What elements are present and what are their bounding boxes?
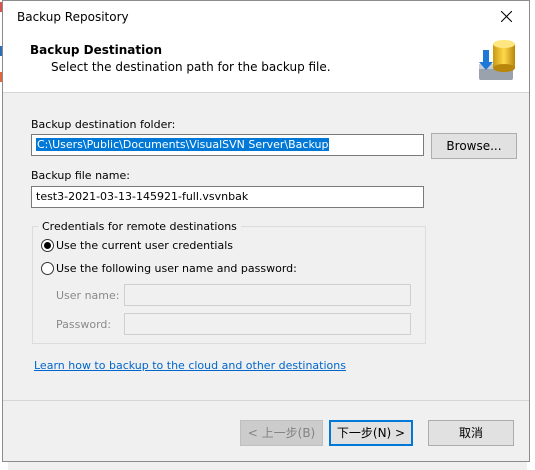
close-button[interactable] <box>485 1 529 32</box>
window-title: Backup Repository <box>17 10 129 24</box>
radio-selected-dot <box>44 242 51 249</box>
cloud-backup-help-link[interactable]: Learn how to backup to the cloud and oth… <box>34 359 346 372</box>
close-icon <box>501 11 512 22</box>
password-input[interactable] <box>124 313 411 335</box>
browse-button[interactable]: Browse... <box>431 133 517 159</box>
destination-folder-value: C:\Users\Public\Documents\VisualSVN Serv… <box>36 138 330 151</box>
destination-folder-input[interactable]: C:\Users\Public\Documents\VisualSVN Serv… <box>31 134 424 156</box>
password-label: Password: <box>56 318 112 331</box>
username-input[interactable] <box>124 284 411 306</box>
page-subtitle: Select the destination path for the back… <box>51 60 331 74</box>
wizard-footer: < 上一步(B) 下一步(N) > 取消 <box>3 401 529 461</box>
back-button[interactable]: < 上一步(B) <box>240 420 323 446</box>
backup-repository-dialog: Backup Repository Backup Destination Sel… <box>2 0 530 462</box>
file-name-input[interactable]: test3-2021-03-13-145921-full.vsvnbak <box>31 186 424 208</box>
username-label: User name: <box>56 289 120 302</box>
database-backup-icon <box>479 40 515 80</box>
custom-credentials-label[interactable]: Use the following user name and password… <box>56 262 297 275</box>
current-credentials-label[interactable]: Use the current user credentials <box>56 239 233 252</box>
custom-credentials-radio[interactable] <box>41 262 54 275</box>
wizard-header: Backup Destination Select the destinatio… <box>3 32 529 93</box>
title-bar: Backup Repository <box>3 1 529 32</box>
folder-label: Backup destination folder: <box>31 118 176 131</box>
cancel-button[interactable]: 取消 <box>428 420 514 446</box>
current-credentials-radio[interactable] <box>41 239 54 252</box>
page-title: Backup Destination <box>30 43 163 57</box>
next-button[interactable]: 下一步(N) > <box>329 420 413 446</box>
credentials-group-title: Credentials for remote destinations <box>38 220 241 233</box>
file-name-label: Backup file name: <box>31 169 130 182</box>
